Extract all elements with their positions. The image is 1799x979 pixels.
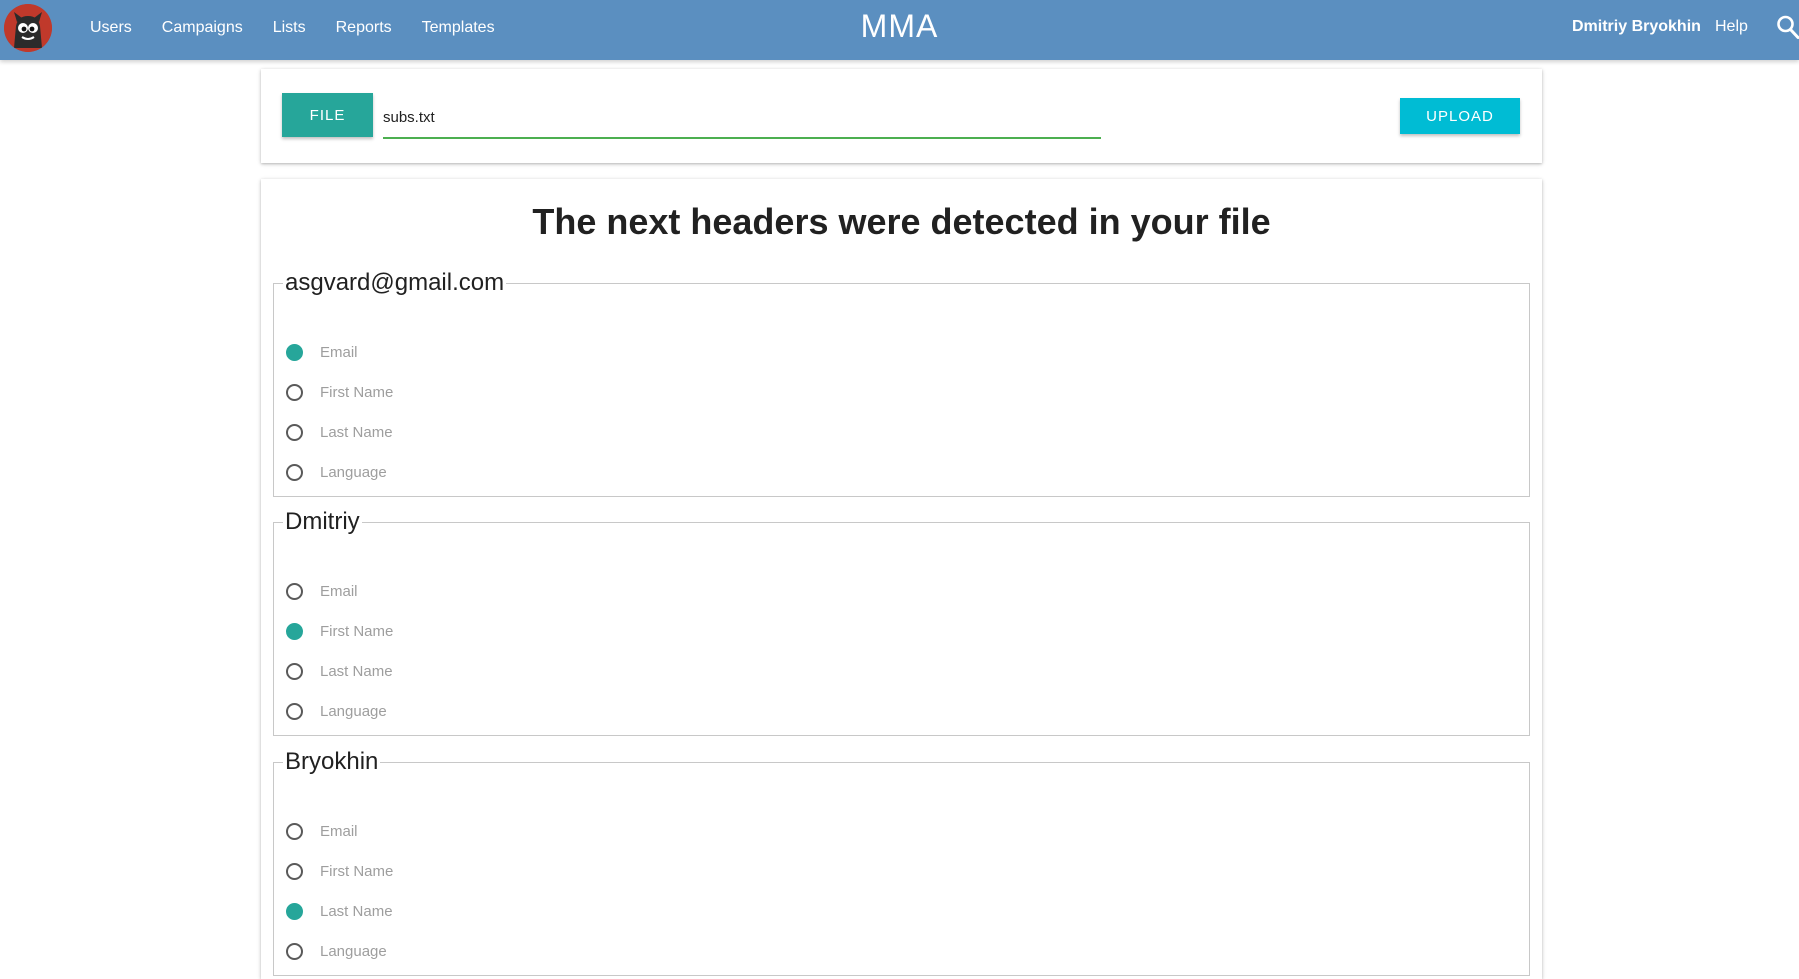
header-group-legend: asgvard@gmail.com (285, 269, 505, 296)
option-language[interactable]: Language (286, 452, 393, 492)
help-link[interactable]: Help (1715, 18, 1748, 36)
option-label: Language (320, 942, 387, 960)
option-first-name[interactable]: First Name (286, 611, 393, 651)
file-button[interactable]: FILE (282, 93, 373, 137)
option-last-name[interactable]: Last Name (286, 412, 393, 452)
nav-link-lists[interactable]: Lists (273, 19, 306, 37)
header-mapping-card: The next headers were detected in your f… (261, 179, 1542, 979)
monster-logo-icon[interactable] (4, 4, 52, 52)
nav-link-users[interactable]: Users (90, 19, 132, 37)
main-nav: Users Campaigns Lists Reports Templates (90, 0, 525, 56)
option-list: Email First Name Last Name Language (286, 571, 393, 731)
header-group-first-name: Dmitriy Email First Name Last Name Langu… (273, 509, 1530, 736)
radio-checked-icon[interactable] (286, 902, 303, 920)
option-first-name[interactable]: First Name (286, 372, 393, 412)
header-group-last-name: Bryokhin Email First Name Last Name Lang… (273, 749, 1530, 976)
radio-checked-icon[interactable] (286, 622, 303, 640)
radio-unchecked-icon[interactable] (286, 702, 303, 720)
option-label: Last Name (320, 423, 393, 441)
radio-unchecked-icon[interactable] (286, 423, 303, 441)
option-list: Email First Name Last Name Language (286, 811, 393, 971)
top-navbar: Users Campaigns Lists Reports Templates … (0, 0, 1799, 60)
option-label: First Name (320, 862, 394, 880)
radio-unchecked-icon[interactable] (286, 662, 303, 680)
nav-link-campaigns[interactable]: Campaigns (162, 19, 243, 37)
option-label: Email (320, 822, 358, 840)
option-label: Email (320, 343, 358, 361)
header-group-legend: Dmitriy (285, 508, 360, 535)
option-last-name[interactable]: Last Name (286, 891, 393, 931)
option-label: Language (320, 463, 387, 481)
option-label: Last Name (320, 662, 393, 680)
option-last-name[interactable]: Last Name (286, 651, 393, 691)
upload-card: FILE UPLOAD (261, 69, 1542, 163)
option-email[interactable]: Email (286, 571, 393, 611)
mapping-title: The next headers were detected in your f… (532, 201, 1271, 242)
option-label: First Name (320, 622, 394, 640)
option-list: Email First Name Last Name Language (286, 332, 393, 492)
radio-checked-icon[interactable] (286, 343, 303, 361)
option-label: First Name (320, 383, 394, 401)
option-label: Language (320, 702, 387, 720)
option-label: Last Name (320, 902, 393, 920)
nav-link-reports[interactable]: Reports (336, 19, 392, 37)
option-language[interactable]: Language (286, 931, 393, 971)
header-group-legend: Bryokhin (285, 748, 379, 775)
search-icon[interactable] (1776, 14, 1799, 40)
radio-unchecked-icon[interactable] (286, 822, 303, 840)
option-email[interactable]: Email (286, 811, 393, 851)
option-first-name[interactable]: First Name (286, 851, 393, 891)
header-group-email: asgvard@gmail.com Email First Name Last … (273, 270, 1530, 497)
radio-unchecked-icon[interactable] (286, 942, 303, 960)
radio-unchecked-icon[interactable] (286, 383, 303, 401)
radio-unchecked-icon[interactable] (286, 862, 303, 880)
option-label: Email (320, 582, 358, 600)
file-path-input[interactable] (383, 93, 1101, 139)
radio-unchecked-icon[interactable] (286, 463, 303, 481)
radio-unchecked-icon[interactable] (286, 582, 303, 600)
nav-link-templates[interactable]: Templates (422, 19, 495, 37)
brand-title[interactable]: MMA (861, 8, 939, 44)
upload-button[interactable]: UPLOAD (1400, 98, 1520, 134)
user-menu[interactable]: Dmitriy Bryokhin (1572, 18, 1701, 36)
option-language[interactable]: Language (286, 691, 393, 731)
option-email[interactable]: Email (286, 332, 393, 372)
